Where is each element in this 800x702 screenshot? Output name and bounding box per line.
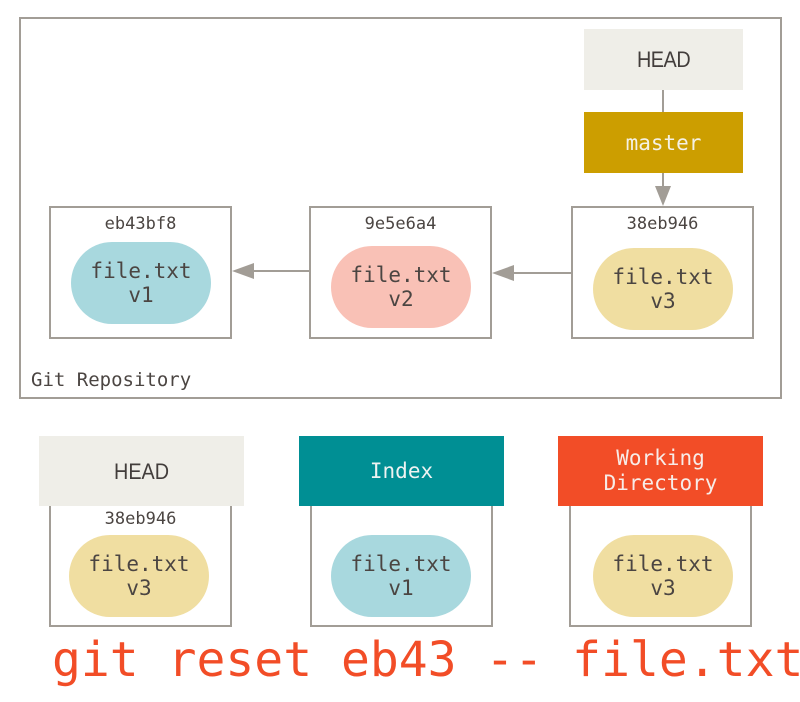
blob-version: v3 xyxy=(126,576,152,600)
index-area-box: file.txt v1 xyxy=(310,505,493,627)
working-directory-area-header: Working Directory xyxy=(558,436,763,506)
blob-version: v1 xyxy=(388,576,414,600)
index-area-header: Index xyxy=(299,436,504,506)
head-area-title: HEAD xyxy=(113,458,170,484)
git-command: git reset eb43 -- file.txt xyxy=(52,632,800,688)
arrowhead-down-icon xyxy=(655,186,671,206)
blob-filename: file.txt xyxy=(350,552,452,576)
head-area-box: 38eb946 file.txt v3 xyxy=(49,505,232,627)
commit-hash: 38eb946 xyxy=(104,509,177,529)
working-directory-title-line1: Working xyxy=(616,446,705,470)
blob-filename: file.txt xyxy=(612,552,714,576)
arrowhead-left-icon xyxy=(492,265,514,281)
head-area-header: HEAD xyxy=(39,436,244,506)
arrowhead-left-icon xyxy=(232,263,254,279)
file-blob: file.txt v3 xyxy=(69,535,209,617)
working-directory-title-line2: Directory xyxy=(603,471,718,495)
blob-version: v3 xyxy=(650,576,676,600)
index-area-title: Index xyxy=(369,458,434,483)
file-blob: file.txt v3 xyxy=(593,535,733,617)
working-directory-area-box: file.txt v3 xyxy=(569,505,752,627)
file-blob: file.txt v1 xyxy=(331,535,471,617)
blob-filename: file.txt xyxy=(88,552,190,576)
